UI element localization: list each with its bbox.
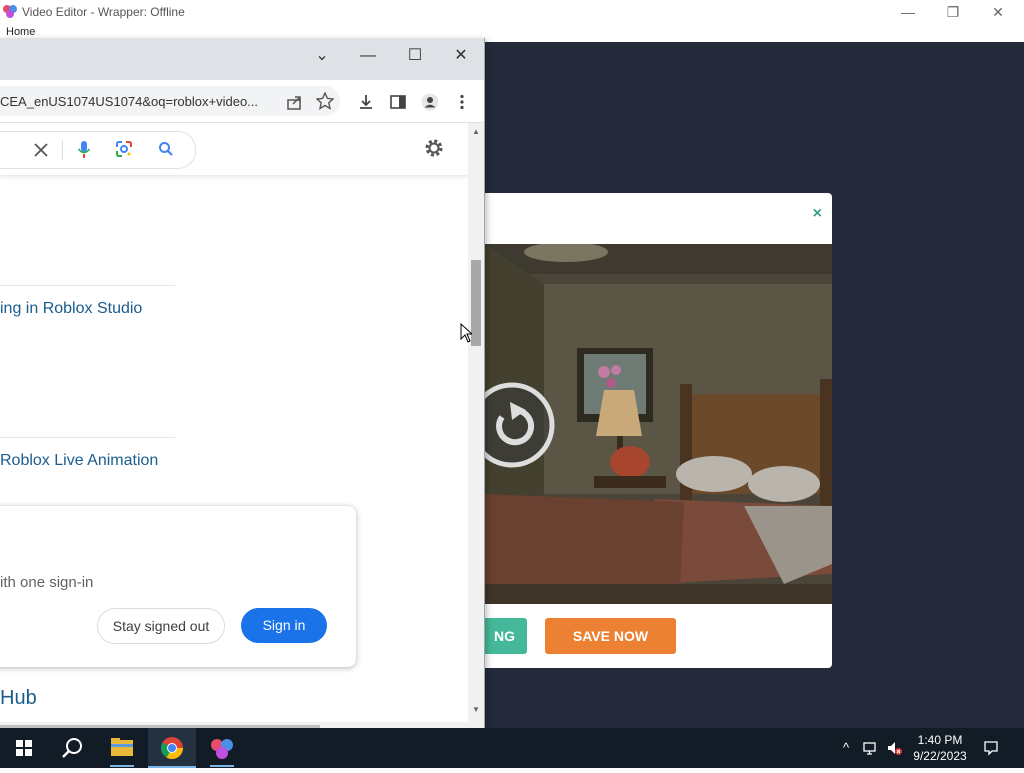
windows-start-icon[interactable]: [0, 728, 48, 768]
chrome-toolbar: CEA_enUS1074US1074&oq=roblox+video...: [0, 80, 484, 123]
editor-close-button[interactable]: ✕: [983, 2, 1013, 22]
taskbar-clock[interactable]: 1:40 PM 9/22/2023: [906, 732, 974, 764]
menu-home[interactable]: Home: [6, 26, 35, 38]
download-icon[interactable]: [357, 93, 375, 111]
refresh-icon[interactable]: [484, 380, 556, 470]
chrome-maximize-button[interactable]: ☐: [395, 42, 435, 70]
chrome-icon: [161, 737, 183, 759]
editor-titlebar: Video Editor - Wrapper: Offline — ❐ ✕: [0, 0, 1024, 24]
editor-window-title: Video Editor - Wrapper: Offline: [22, 5, 185, 19]
voice-search-mic-icon[interactable]: [77, 140, 91, 160]
side-panel-icon[interactable]: [389, 93, 407, 111]
scrollbar-thumb[interactable]: [471, 260, 481, 346]
windows-taskbar: ^ 1:40 PM 9/22/2023: [0, 728, 1024, 768]
wrapper-app-icon: [3, 5, 17, 18]
chrome-close-button[interactable]: ✕: [441, 42, 481, 70]
volume-muted-icon[interactable]: [886, 740, 902, 756]
chrome-taskbar-button[interactable]: [148, 728, 196, 768]
bookmark-star-icon[interactable]: [316, 92, 334, 110]
chrome-window: ⌄ — ☐ ✕ CEA_enUS1074US1074&oq=roblox+vid…: [0, 38, 485, 737]
modal-close-button[interactable]: ×: [813, 205, 822, 223]
google-search-header: [0, 123, 468, 175]
stay-signed-out-button[interactable]: Stay signed out: [97, 608, 225, 644]
editor-minimize-button[interactable]: —: [893, 2, 923, 22]
google-lens-icon[interactable]: [115, 140, 133, 158]
clear-search-icon[interactable]: [33, 142, 49, 158]
result-link-hub[interactable]: Hub: [0, 687, 37, 710]
modal-secondary-button[interactable]: NG: [484, 618, 527, 654]
more-menu-icon[interactable]: [453, 93, 471, 111]
wrapper-taskbar-button[interactable]: [198, 728, 246, 768]
vertical-scrollbar[interactable]: ▲ ▼: [468, 123, 484, 728]
scene-preview-image: [484, 244, 832, 604]
scroll-up-arrow-icon[interactable]: ▲: [472, 127, 480, 136]
search-results-page: ing in Roblox Studio Roblox Live Animati…: [0, 123, 468, 728]
clock-date: 9/22/2023: [913, 749, 967, 763]
tab-search-chevron-icon[interactable]: ⌄: [302, 42, 342, 70]
address-bar-url: CEA_enUS1074US1074&oq=roblox+video...: [0, 94, 259, 109]
network-icon[interactable]: [862, 740, 878, 756]
mouse-cursor-icon: [460, 323, 472, 343]
chrome-minimize-button[interactable]: —: [348, 42, 388, 70]
google-signin-prompt: ith one sign-in Stay signed out Sign in: [0, 506, 356, 667]
chrome-tabbar: ⌄ — ☐ ✕: [0, 38, 484, 80]
profile-avatar-icon[interactable]: [421, 93, 439, 111]
result-link-roblox-live-animation[interactable]: Roblox Live Animation: [0, 452, 158, 470]
sign-in-button[interactable]: Sign in: [241, 608, 327, 643]
share-icon[interactable]: [286, 93, 304, 111]
save-modal: × NG SAVE NOW: [484, 193, 832, 668]
clock-time: 1:40 PM: [917, 733, 963, 747]
wrapper-app-icon: [210, 739, 234, 767]
search-divider: [62, 140, 63, 160]
signin-subtitle: ith one sign-in: [0, 574, 94, 591]
address-bar[interactable]: CEA_enUS1074US1074&oq=roblox+video...: [0, 86, 340, 116]
search-submit-icon[interactable]: [158, 141, 174, 157]
result-divider: [0, 437, 175, 438]
result-link-roblox-studio[interactable]: ing in Roblox Studio: [0, 300, 142, 318]
save-now-button[interactable]: SAVE NOW: [545, 618, 676, 654]
search-icon[interactable]: [48, 728, 96, 768]
scroll-down-arrow-icon[interactable]: ▼: [472, 705, 480, 714]
hidden-icons-chevron-icon[interactable]: ^: [838, 740, 854, 756]
file-explorer-icon[interactable]: [98, 728, 146, 768]
settings-gear-icon[interactable]: [423, 137, 445, 159]
search-input[interactable]: [0, 131, 196, 169]
result-divider: [0, 285, 175, 286]
editor-restore-button[interactable]: ❐: [938, 2, 968, 22]
notification-center-icon[interactable]: [983, 740, 999, 756]
